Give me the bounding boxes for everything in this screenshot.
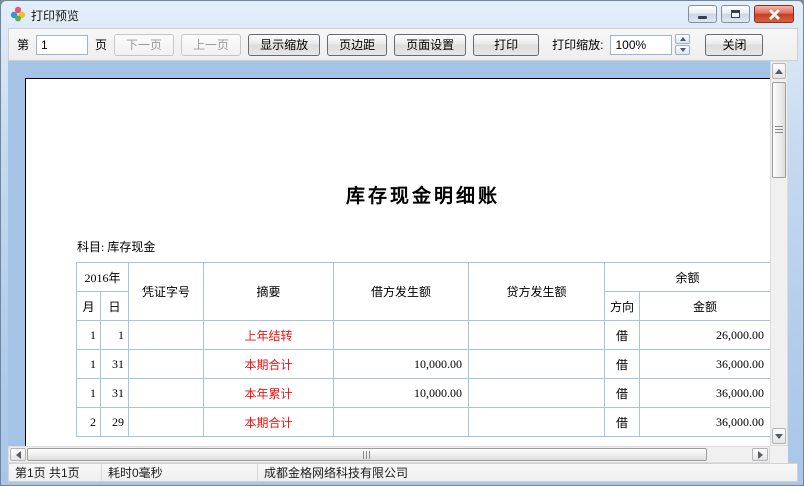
header-direction: 方向	[605, 292, 640, 321]
cell-amount: 36,000.00	[640, 379, 771, 408]
status-company-name: 成都金格网络科技有限公司	[258, 464, 797, 481]
header-credit: 贷方发生额	[469, 263, 605, 321]
scroll-down-icon	[775, 434, 783, 439]
vertical-scroll-thumb[interactable]	[772, 82, 786, 178]
cell-direction: 借	[605, 321, 640, 350]
cell-month: 1	[77, 379, 101, 408]
print-zoom-label: 打印缩放:	[552, 36, 603, 53]
cell-credit	[469, 321, 605, 350]
header-summary: 摘要	[204, 263, 334, 321]
cell-credit	[469, 350, 605, 379]
status-page-count: 第1页 共1页	[9, 464, 102, 481]
table-row: 1 1 上年结转 借 26,000.00	[77, 321, 771, 350]
cell-amount: 36,000.00	[640, 350, 771, 379]
spinner-down-icon	[680, 48, 686, 52]
show-zoom-button[interactable]: 显示缩放	[248, 34, 320, 56]
cell-debit: 10,000.00	[334, 379, 469, 408]
cell-direction: 借	[605, 408, 640, 437]
scrollbar-corner	[770, 446, 788, 463]
cell-voucher	[129, 321, 204, 350]
scroll-right-button[interactable]	[752, 448, 768, 461]
cell-direction: 借	[605, 350, 640, 379]
subject-line: 科目: 库存现金	[77, 238, 155, 255]
horizontal-scroll-thumb[interactable]	[27, 448, 707, 461]
page-suffix-label: 页	[95, 36, 107, 53]
window-title: 打印预览	[31, 7, 79, 24]
scroll-grip-icon	[363, 451, 371, 459]
scroll-left-button[interactable]	[10, 448, 26, 461]
table-row: 1 31 本期合计 10,000.00 借 36,000.00	[77, 350, 771, 379]
cell-day: 1	[101, 321, 129, 350]
prev-page-button[interactable]: 上一页	[181, 34, 241, 56]
scroll-left-icon	[16, 451, 21, 459]
minimize-button[interactable]	[688, 5, 717, 23]
scroll-up-icon	[775, 69, 783, 74]
cell-day: 31	[101, 379, 129, 408]
cell-summary: 本期合计	[204, 350, 334, 379]
cell-amount: 36,000.00	[640, 408, 771, 437]
cell-summary: 本期合计	[204, 408, 334, 437]
restore-icon	[731, 10, 740, 18]
print-button[interactable]: 打印	[473, 34, 539, 56]
close-preview-button[interactable]: 关闭	[705, 34, 763, 56]
cell-amount: 26,000.00	[640, 321, 771, 350]
print-preview-window: 打印预览 第 页 下一页 上一页 显示缩放 页边距 页面设置 打印 打印缩放: …	[0, 0, 804, 486]
cell-day: 29	[101, 408, 129, 437]
table-row: 2 29 本期合计 借 36,000.00	[77, 408, 771, 437]
restore-button[interactable]	[721, 5, 750, 23]
cell-debit	[334, 321, 469, 350]
header-amount: 金额	[640, 292, 771, 321]
cell-month: 1	[77, 350, 101, 379]
toolbar: 第 页 下一页 上一页 显示缩放 页边距 页面设置 打印 打印缩放: 关闭	[8, 28, 798, 61]
close-icon	[769, 9, 780, 20]
cell-month: 2	[77, 408, 101, 437]
next-page-button[interactable]: 下一页	[114, 34, 174, 56]
ledger-table: 2016年 凭证字号 摘要 借方发生额 贷方发生额 余额 月 日 方向 金额 1…	[76, 262, 770, 437]
page-margins-button[interactable]: 页边距	[327, 34, 387, 56]
header-day: 日	[101, 292, 129, 321]
cell-debit: 10,000.00	[334, 350, 469, 379]
header-month: 月	[77, 292, 101, 321]
cell-day: 31	[101, 350, 129, 379]
print-zoom-input[interactable]	[610, 35, 672, 55]
spinner-up-button[interactable]	[675, 34, 690, 44]
cell-month: 1	[77, 321, 101, 350]
preview-viewport[interactable]: 库存现金明细账 科目: 库存现金 2016年 凭证字号 摘要 借方发生额 贷方发…	[8, 61, 770, 446]
cell-voucher	[129, 408, 204, 437]
header-year: 2016年	[77, 263, 129, 292]
document-title: 库存现金明细账	[76, 181, 770, 208]
cell-summary: 上年结转	[204, 321, 334, 350]
cell-credit	[469, 408, 605, 437]
page-setup-button[interactable]: 页面设置	[394, 34, 466, 56]
minimize-icon	[698, 16, 707, 19]
cell-debit	[334, 408, 469, 437]
header-debit: 借方发生额	[334, 263, 469, 321]
app-icon	[10, 6, 26, 22]
cell-direction: 借	[605, 379, 640, 408]
scroll-grip-icon	[775, 126, 783, 134]
table-row: 1 31 本年累计 10,000.00 借 36,000.00	[77, 379, 771, 408]
print-zoom-spinner	[675, 34, 690, 55]
scroll-down-button[interactable]	[772, 428, 786, 444]
page-number-input[interactable]	[36, 35, 88, 55]
cell-voucher	[129, 350, 204, 379]
scroll-right-icon	[758, 451, 763, 459]
vertical-scrollbar[interactable]	[770, 61, 788, 446]
cell-credit	[469, 379, 605, 408]
close-window-button[interactable]	[754, 5, 794, 23]
header-voucher: 凭证字号	[129, 263, 204, 321]
title-bar[interactable]: 打印预览	[1, 1, 803, 28]
header-balance: 余额	[605, 263, 771, 292]
scroll-up-button[interactable]	[772, 63, 786, 79]
cell-voucher	[129, 379, 204, 408]
cell-summary: 本年累计	[204, 379, 334, 408]
page-prefix-label: 第	[17, 36, 29, 53]
preview-page: 库存现金明细账 科目: 库存现金 2016年 凭证字号 摘要 借方发生额 贷方发…	[25, 78, 770, 446]
status-bar: 第1页 共1页 耗时0毫秒 成都金格网络科技有限公司	[8, 463, 798, 482]
status-elapsed-time: 耗时0毫秒	[102, 464, 258, 481]
horizontal-scrollbar[interactable]	[8, 446, 770, 463]
table-header-row: 2016年 凭证字号 摘要 借方发生额 贷方发生额 余额	[77, 263, 771, 292]
spinner-up-icon	[680, 37, 686, 41]
spinner-down-button[interactable]	[675, 45, 690, 55]
